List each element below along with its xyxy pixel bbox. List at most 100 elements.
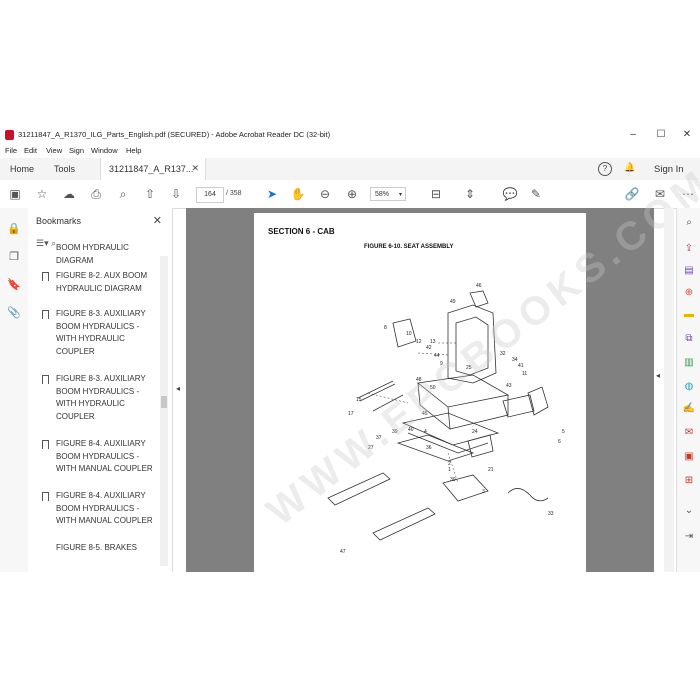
scan-ocr-icon[interactable]: ◍ bbox=[682, 380, 696, 394]
scrollbar-thumb[interactable] bbox=[161, 396, 167, 408]
right-tools-rail: ⌕ ⇪ ▤ ⊕ ▬ ⧉ ▥ ◍ ✍ ✉ ▣ ⊞ ⌄ ⇥ bbox=[676, 208, 700, 572]
bookmark-flag-icon bbox=[42, 375, 49, 384]
protect-icon[interactable]: ▣ bbox=[682, 450, 696, 464]
print-icon[interactable]: ⎙ bbox=[88, 186, 104, 202]
combine-files-icon[interactable]: ⧉ bbox=[682, 332, 696, 346]
window-title: 31211847_A_R1370_ILG_Parts_English.pdf (… bbox=[18, 130, 331, 139]
zoom-level-select[interactable]: 58% ▾ bbox=[370, 187, 406, 201]
page-number-input[interactable]: 164 bbox=[196, 187, 224, 203]
fill-sign-icon[interactable]: ✍ bbox=[682, 402, 696, 416]
share-link-icon[interactable]: 🔗 bbox=[624, 186, 640, 202]
menu-sign[interactable]: Sign bbox=[69, 146, 84, 155]
bookmarks-scrollbar[interactable] bbox=[160, 256, 168, 566]
page-layout-icon[interactable]: ⊟ bbox=[428, 186, 444, 202]
page-up-icon[interactable]: ⇧ bbox=[142, 186, 158, 202]
page-down-icon[interactable]: ⇩ bbox=[168, 186, 184, 202]
document-viewer[interactable]: SECTION 6 - CAB FIGURE 6-10. SEAT ASSEMB… bbox=[186, 160, 700, 572]
bookmark-item[interactable]: FIGURE 8-4. AUXILIARY BOOM HYDRAULICS - … bbox=[42, 490, 160, 528]
part-callout: 46 bbox=[476, 283, 482, 289]
bookmark-item[interactable]: FIGURE 8-2. AUX BOOM HYDRAULIC DIAGRAM bbox=[42, 270, 160, 295]
menu-window[interactable]: Window bbox=[91, 146, 118, 155]
notification-bell-icon[interactable]: 🔔 bbox=[624, 162, 635, 173]
attachment-paperclip-icon[interactable]: 📎 bbox=[7, 306, 21, 320]
collapse-panel-left-icon[interactable]: ◂ bbox=[176, 384, 180, 393]
more-tools-chevron-icon[interactable]: ⌄ bbox=[682, 504, 696, 518]
bookmark-label: FIGURE 8-4. AUXILIARY BOOM HYDRAULICS - … bbox=[56, 491, 153, 525]
menu-bar: File Edit View Sign Window Help bbox=[0, 144, 700, 158]
zoom-search-icon[interactable]: ⌕ bbox=[115, 186, 131, 202]
bookmark-flag-icon bbox=[42, 440, 49, 449]
page-thumbnails-icon[interactable]: ❐ bbox=[7, 250, 21, 264]
bookmark-label: FIGURE 8-4. AUXILIARY BOOM HYDRAULICS - … bbox=[56, 439, 153, 473]
bookmark-flag-icon bbox=[42, 310, 49, 319]
help-icon[interactable]: ? bbox=[598, 162, 612, 176]
close-panel-icon[interactable]: ✕ bbox=[153, 214, 162, 227]
menu-edit[interactable]: Edit bbox=[24, 146, 37, 155]
bookmark-star-icon[interactable]: ☆ bbox=[34, 186, 50, 202]
hand-tool-icon[interactable]: ✋ bbox=[290, 186, 306, 202]
menu-help[interactable]: Help bbox=[126, 146, 141, 155]
highlight-pen-icon[interactable]: ✎ bbox=[528, 186, 544, 202]
save-icon[interactable]: ▣ bbox=[7, 186, 23, 202]
bookmark-flag-icon bbox=[42, 492, 49, 501]
tab-document[interactable]: 31211847_A_R137... ✕ bbox=[100, 158, 206, 180]
bookmark-item[interactable]: FIGURE 8-3. AUXILIARY BOOM HYDRAULICS - … bbox=[42, 373, 160, 423]
bookmark-options-icon[interactable]: ☰▾ ⌕ bbox=[36, 238, 56, 249]
search-icon[interactable]: ⌕ bbox=[682, 216, 696, 230]
upload-cloud-icon[interactable]: ☁ bbox=[61, 186, 77, 202]
tab-home[interactable]: Home bbox=[10, 164, 34, 174]
document-scrollbar[interactable] bbox=[664, 208, 674, 572]
part-callout: 12 bbox=[416, 339, 422, 345]
export-pdf-icon[interactable]: ⇪ bbox=[682, 242, 696, 256]
part-callout: 41 bbox=[518, 363, 524, 369]
part-callout: 1 bbox=[448, 467, 451, 473]
maximize-icon[interactable]: ☐ bbox=[654, 128, 668, 142]
part-callout: 11 bbox=[522, 371, 527, 377]
bookmark-item[interactable]: FIGURE 8-3. AUXILIARY BOOM HYDRAULICS - … bbox=[42, 308, 160, 358]
part-callout: 8 bbox=[384, 325, 387, 331]
close-icon[interactable]: ✕ bbox=[680, 128, 694, 142]
create-pdf-icon[interactable]: ⊕ bbox=[682, 286, 696, 300]
bookmark-label: FIGURE 8-3. AUXILIARY BOOM HYDRAULICS - … bbox=[56, 374, 146, 421]
zoom-out-icon[interactable]: ⊖ bbox=[317, 186, 333, 202]
tab-bar: Home Tools 31211847_A_R137... ✕ ? 🔔 Sign… bbox=[0, 158, 700, 181]
close-tab-icon[interactable]: ✕ bbox=[191, 163, 199, 174]
comment-icon[interactable]: 💬 bbox=[502, 186, 518, 202]
part-callout: 36 bbox=[426, 445, 432, 451]
bookmark-item[interactable]: BOOM HYDRAULIC DIAGRAM bbox=[56, 242, 160, 266]
page-total: / 358 bbox=[226, 190, 242, 197]
bookmark-label: FIGURE 8-2. AUX BOOM HYDRAULIC DIAGRAM bbox=[56, 271, 148, 293]
zoom-in-icon[interactable]: ⊕ bbox=[344, 186, 360, 202]
comment-tool-icon[interactable]: ▬ bbox=[682, 308, 696, 322]
bookmark-label: FIGURE 8-3. AUXILIARY BOOM HYDRAULICS - … bbox=[56, 309, 146, 356]
figure-title: FIGURE 6-10. SEAT ASSEMBLY bbox=[364, 244, 454, 250]
part-callout: 47 bbox=[340, 549, 346, 555]
menu-view[interactable]: View bbox=[46, 146, 62, 155]
bookmark-item[interactable]: FIGURE 8-4. AUXILIARY BOOM HYDRAULICS - … bbox=[42, 438, 160, 476]
minimize-icon[interactable]: – bbox=[626, 128, 640, 142]
bookmarks-panel: Bookmarks ✕ ☰▾ ⌕ BOOM HYDRAULIC DIAGRAM … bbox=[28, 208, 173, 572]
part-callout: 5 bbox=[562, 429, 565, 435]
part-callout: 6 bbox=[558, 439, 561, 445]
menu-file[interactable]: File bbox=[5, 146, 17, 155]
title-bar: 31211847_A_R1370_ILG_Parts_English.pdf (… bbox=[0, 126, 700, 144]
tab-document-label: 31211847_A_R137... bbox=[109, 164, 194, 174]
tab-tools[interactable]: Tools bbox=[54, 164, 75, 174]
organize-pages-icon[interactable]: ▤ bbox=[682, 264, 696, 278]
lock-icon[interactable]: 🔒 bbox=[7, 222, 21, 236]
collapse-panel-right-icon[interactable]: ◂ bbox=[656, 371, 660, 380]
bookmark-item[interactable]: FIGURE 8-5. BRAKES bbox=[56, 542, 160, 554]
bookmarks-ribbon-icon[interactable]: 🔖 bbox=[7, 278, 21, 292]
part-callout: 10 bbox=[406, 331, 412, 337]
bookmark-label: FIGURE 8-5. BRAKES bbox=[56, 543, 137, 552]
edit-pdf-icon[interactable]: ▥ bbox=[682, 356, 696, 370]
bookmark-label: BOOM HYDRAULIC DIAGRAM bbox=[56, 243, 129, 265]
chevron-down-icon: ▾ bbox=[398, 192, 402, 198]
compress-icon[interactable]: ⊞ bbox=[682, 474, 696, 488]
send-for-signature-icon[interactable]: ✉ bbox=[682, 426, 696, 440]
zoom-level-value: 58% bbox=[375, 191, 390, 198]
expand-pane-icon[interactable]: ⇥ bbox=[682, 530, 696, 544]
select-cursor-icon[interactable]: ➤ bbox=[264, 186, 280, 202]
scroll-mode-icon[interactable]: ⇕ bbox=[462, 186, 478, 202]
acrobat-logo-icon bbox=[5, 130, 14, 140]
